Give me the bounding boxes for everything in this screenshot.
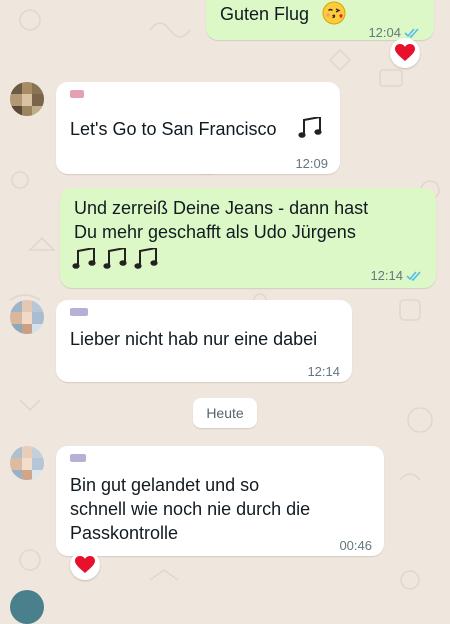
message-time: 12:14 bbox=[370, 268, 403, 283]
message-text: Let's Go to San Francisco bbox=[70, 119, 277, 139]
message-text: Guten Flug bbox=[220, 4, 310, 24]
avatar[interactable] bbox=[10, 82, 44, 116]
musical-notes-emoji bbox=[298, 115, 326, 145]
message-meta: 12:09 bbox=[295, 152, 328, 176]
message-bubble-outgoing[interactable]: Und zerreiß Deine Jeans - dann hast Du m… bbox=[60, 188, 436, 288]
message-bubble-incoming[interactable]: Lieber nicht hab nur eine dabei 12:14 bbox=[56, 300, 352, 382]
message-time: 00:46 bbox=[339, 538, 372, 553]
sender-name bbox=[70, 90, 84, 98]
message-text: Lieber nicht hab nur eine dabei bbox=[70, 329, 318, 349]
reaction-badge[interactable] bbox=[390, 38, 420, 68]
message-bubble-incoming[interactable]: Let's Go to San Francisco 12:09 bbox=[56, 82, 340, 174]
musical-notes-emoji bbox=[72, 246, 164, 276]
reaction-badge[interactable] bbox=[70, 550, 100, 580]
read-receipt-icon bbox=[406, 271, 421, 282]
message-text: Und zerreiß Deine Jeans - dann hast Du m… bbox=[74, 198, 369, 242]
message-meta: 12:14 bbox=[307, 360, 340, 384]
message-time: 12:09 bbox=[295, 156, 328, 171]
avatar[interactable] bbox=[10, 590, 44, 624]
sender-name bbox=[70, 308, 88, 316]
sender-name bbox=[70, 454, 86, 462]
avatar[interactable] bbox=[10, 446, 44, 480]
message-meta: 00:46 bbox=[339, 534, 372, 558]
kissing-face-emoji bbox=[322, 1, 346, 31]
message-time: 12:14 bbox=[307, 364, 340, 379]
date-separator: Heute bbox=[193, 398, 257, 428]
avatar[interactable] bbox=[10, 300, 44, 334]
message-text: Bin gut gelandet und so schnell wie noch… bbox=[70, 475, 311, 543]
heart-icon bbox=[395, 44, 415, 61]
heart-icon bbox=[75, 556, 95, 573]
date-separator-label: Heute bbox=[206, 405, 244, 421]
message-meta: 12:14 bbox=[370, 264, 424, 288]
message-bubble-incoming[interactable]: Bin gut gelandet und so schnell wie noch… bbox=[56, 446, 384, 556]
message-bubble-outgoing[interactable]: Guten Flug 12:04 bbox=[206, 0, 434, 40]
